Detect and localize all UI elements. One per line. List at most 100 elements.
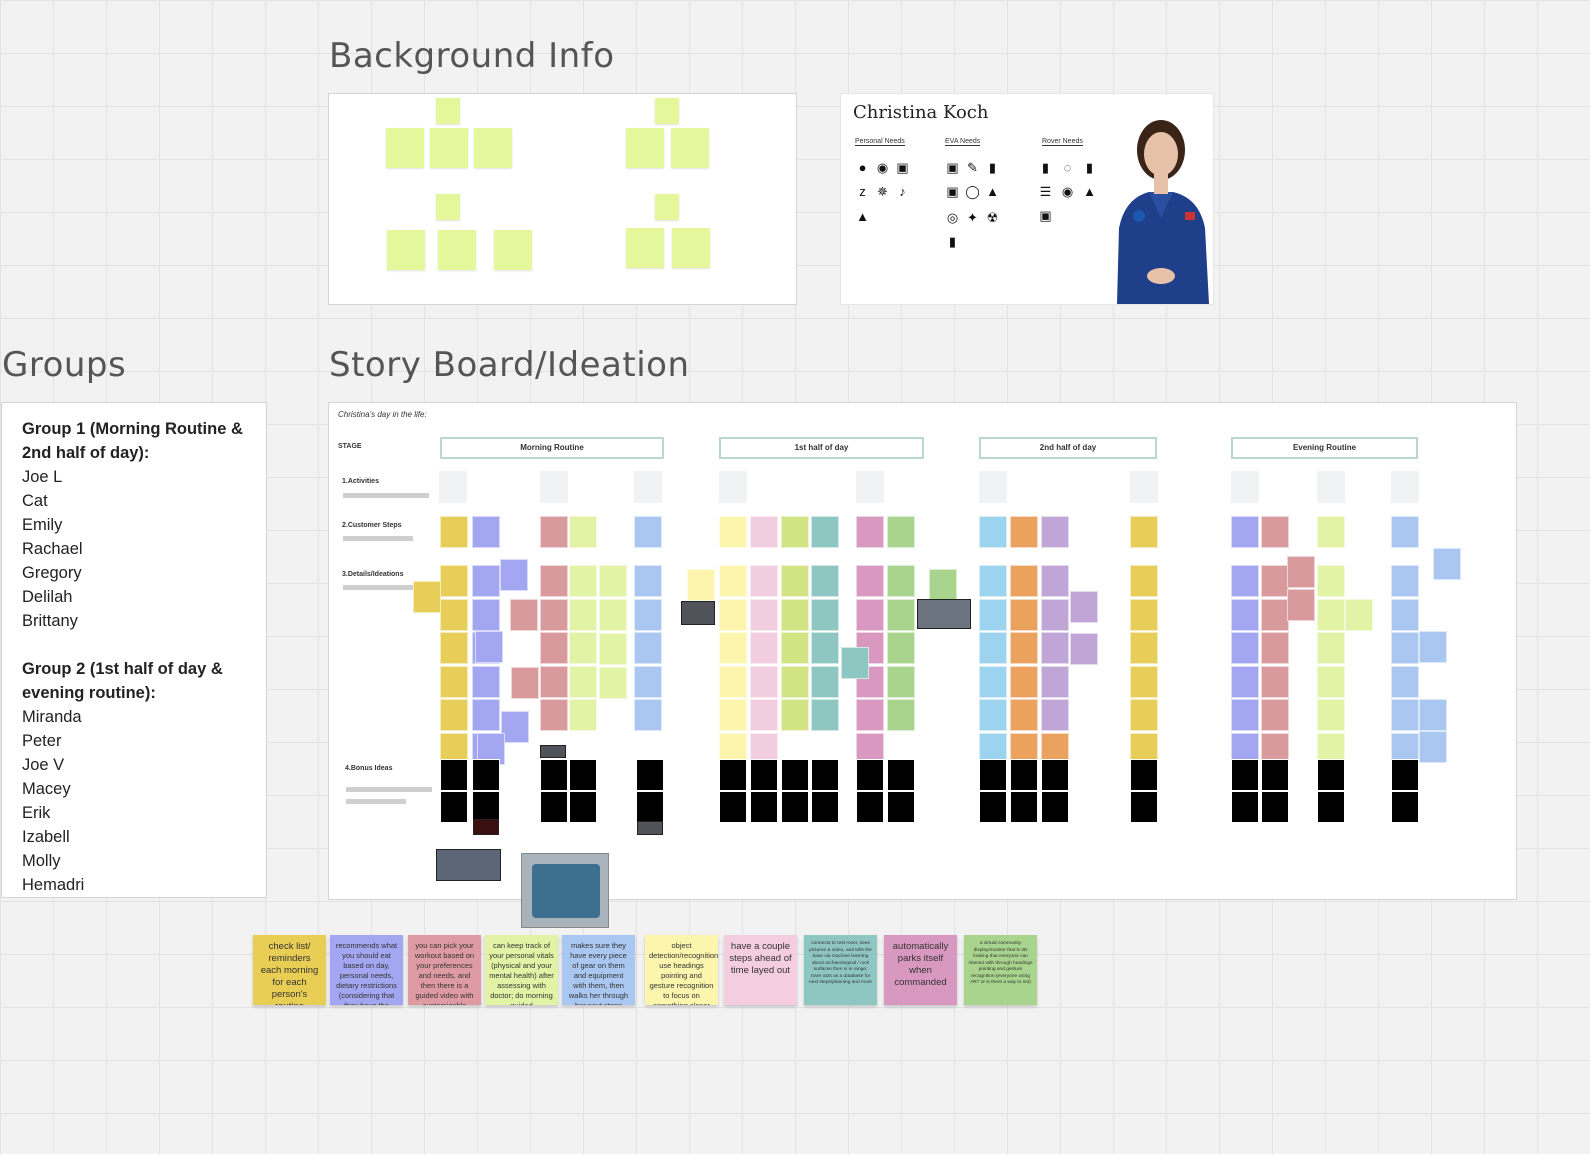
idea-card[interactable] (1010, 665, 1038, 698)
idea-card[interactable] (929, 569, 957, 601)
bonus-idea-card[interactable] (440, 791, 468, 823)
bonus-idea-card[interactable] (750, 759, 778, 791)
bonus-idea-card[interactable] (1041, 759, 1069, 791)
sticky-note[interactable] (494, 230, 532, 270)
idea-card[interactable] (719, 699, 747, 731)
idea-card[interactable] (1419, 631, 1447, 663)
idea-card[interactable] (511, 667, 539, 699)
activity-placeholder[interactable] (1317, 471, 1345, 503)
idea-card[interactable] (750, 516, 778, 548)
idea-card[interactable] (540, 598, 568, 631)
idea-card[interactable] (569, 665, 597, 698)
idea-card[interactable] (750, 598, 778, 631)
idea-card[interactable] (841, 647, 869, 679)
bonus-idea-card[interactable] (1010, 759, 1038, 791)
idea-card[interactable] (472, 565, 500, 597)
idea-card[interactable] (1261, 516, 1289, 548)
idea-sticky-note[interactable]: check list/ reminders each morning for e… (253, 935, 326, 1005)
idea-card[interactable] (750, 632, 778, 664)
bonus-idea-card[interactable] (1130, 791, 1158, 823)
idea-sticky-note[interactable]: can keep track of your personal vitals (… (485, 935, 558, 1005)
bonus-idea-card[interactable] (1041, 791, 1069, 823)
image-thumbnail[interactable] (436, 849, 501, 881)
bonus-idea-card[interactable] (540, 759, 568, 791)
activity-placeholder[interactable] (634, 471, 662, 503)
idea-card[interactable] (1010, 598, 1038, 631)
idea-card[interactable] (719, 598, 747, 631)
sticky-note[interactable] (438, 230, 476, 270)
bonus-idea-card[interactable] (856, 791, 884, 823)
idea-card[interactable] (1317, 632, 1345, 664)
image-thumbnail[interactable] (917, 599, 971, 629)
idea-card[interactable] (634, 665, 662, 698)
idea-card[interactable] (540, 665, 568, 698)
background-info-frame[interactable] (328, 93, 797, 305)
stage-morning-routine[interactable]: Morning Routine (440, 437, 664, 459)
food-tray-image[interactable] (521, 853, 609, 928)
sticky-note[interactable] (386, 128, 424, 168)
bonus-idea-card[interactable] (1231, 791, 1259, 823)
idea-card[interactable] (569, 632, 597, 664)
idea-card[interactable] (540, 516, 568, 548)
idea-card[interactable] (440, 598, 468, 631)
bonus-idea-card[interactable] (719, 791, 747, 823)
idea-card[interactable] (1391, 699, 1419, 731)
idea-card[interactable] (1287, 589, 1315, 621)
bonus-idea-card[interactable] (1261, 791, 1289, 823)
bonus-idea-card[interactable] (781, 759, 809, 791)
idea-card[interactable] (856, 565, 884, 597)
idea-card[interactable] (1391, 565, 1419, 597)
idea-card[interactable] (1317, 516, 1345, 548)
idea-card[interactable] (1317, 665, 1345, 698)
idea-card[interactable] (887, 565, 915, 597)
idea-card[interactable] (1231, 699, 1259, 731)
sticky-note[interactable] (626, 228, 664, 268)
idea-card[interactable] (634, 598, 662, 631)
idea-card[interactable] (1010, 516, 1038, 548)
idea-card[interactable] (781, 699, 809, 731)
idea-card[interactable] (887, 598, 915, 631)
bonus-idea-card[interactable] (1391, 759, 1419, 791)
idea-card[interactable] (599, 599, 627, 631)
bonus-idea-card[interactable] (887, 759, 915, 791)
idea-card[interactable] (540, 632, 568, 664)
idea-card[interactable] (1261, 699, 1289, 731)
idea-sticky-note[interactable]: a virtual community display/monitor that… (964, 935, 1037, 1005)
idea-card[interactable] (811, 699, 839, 731)
idea-card[interactable] (569, 565, 597, 597)
idea-card[interactable] (1041, 632, 1069, 664)
idea-card[interactable] (1041, 665, 1069, 698)
idea-card[interactable] (634, 632, 662, 664)
idea-card[interactable] (887, 665, 915, 698)
bonus-idea-card[interactable] (569, 791, 597, 823)
activity-placeholder[interactable] (1130, 471, 1158, 503)
idea-card[interactable] (1231, 632, 1259, 664)
image-thumbnail[interactable] (473, 819, 499, 835)
idea-card[interactable] (1287, 556, 1315, 588)
idea-sticky-note[interactable]: connects to rest rover, sees pictures & … (804, 935, 877, 1005)
image-thumbnail[interactable] (681, 601, 715, 625)
idea-card[interactable] (1317, 565, 1345, 597)
image-thumbnail[interactable] (637, 821, 663, 835)
idea-card[interactable] (811, 598, 839, 631)
idea-card[interactable] (1231, 665, 1259, 698)
idea-card[interactable] (781, 598, 809, 631)
idea-card[interactable] (440, 699, 468, 731)
bonus-idea-card[interactable] (1391, 791, 1419, 823)
sticky-note[interactable] (671, 128, 709, 168)
idea-card[interactable] (413, 581, 441, 613)
idea-card[interactable] (599, 667, 627, 699)
idea-card[interactable] (500, 559, 528, 591)
idea-card[interactable] (1041, 598, 1069, 631)
idea-sticky-note[interactable]: makes sure they have every piece of gear… (562, 935, 635, 1005)
bonus-idea-card[interactable] (540, 791, 568, 823)
storyboard-frame[interactable]: Christina's day in the life: STAGE 1.Act… (328, 402, 1517, 900)
idea-card[interactable] (1261, 665, 1289, 698)
idea-card[interactable] (781, 516, 809, 548)
bonus-idea-card[interactable] (887, 791, 915, 823)
idea-card[interactable] (1010, 632, 1038, 664)
activity-placeholder[interactable] (439, 471, 467, 503)
idea-card[interactable] (1041, 699, 1069, 731)
idea-card[interactable] (1231, 598, 1259, 631)
idea-card[interactable] (750, 565, 778, 597)
